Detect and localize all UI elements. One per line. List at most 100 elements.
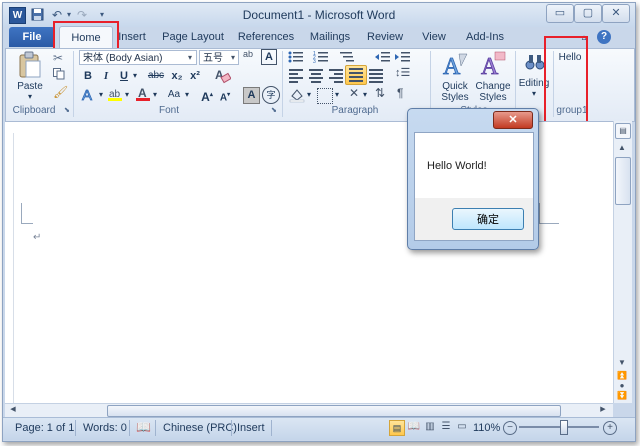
word-count-status[interactable]: Words: 0 bbox=[83, 421, 127, 435]
scroll-right-icon[interactable]: ▶ bbox=[597, 404, 609, 416]
find-binoculars-icon[interactable] bbox=[525, 51, 545, 73]
change-styles-icon[interactable]: A bbox=[479, 50, 507, 80]
shrink-font-button[interactable]: A▾ bbox=[217, 87, 233, 103]
underline-button[interactable]: U bbox=[117, 68, 131, 84]
text-effects-dropdown-icon[interactable]: ▾ bbox=[97, 87, 105, 103]
text-effects-icon[interactable]: A bbox=[81, 86, 97, 105]
align-center-icon[interactable] bbox=[309, 67, 323, 85]
multilevel-list-icon[interactable] bbox=[339, 50, 355, 64]
font-size-dropdown-icon[interactable]: ▾ bbox=[231, 50, 235, 65]
paste-button[interactable]: Paste bbox=[13, 81, 47, 92]
copy-icon[interactable] bbox=[53, 68, 65, 80]
phonetic-guide-label: ab bbox=[243, 49, 254, 59]
character-shading-button[interactable]: A bbox=[243, 87, 260, 104]
draft-view-icon[interactable]: ▭ bbox=[455, 420, 469, 434]
distributed-icon[interactable] bbox=[369, 67, 383, 85]
change-styles-button[interactable]: Change Styles bbox=[473, 81, 513, 103]
borders-icon[interactable] bbox=[317, 88, 333, 104]
italic-button[interactable]: I bbox=[99, 68, 113, 84]
subscript-button[interactable]: x₂ bbox=[169, 68, 185, 84]
zoom-out-button[interactable]: − bbox=[503, 421, 517, 435]
underline-dropdown-icon[interactable]: ▾ bbox=[131, 68, 139, 84]
paste-icon[interactable] bbox=[17, 51, 43, 79]
zoom-slider-thumb[interactable] bbox=[560, 420, 568, 435]
tab-page-layout[interactable]: Page Layout bbox=[161, 27, 225, 47]
font-launcher-icon[interactable]: ⬊ bbox=[271, 106, 277, 114]
minimize-button[interactable]: ▭ bbox=[546, 4, 574, 23]
grow-font-button[interactable]: A▴ bbox=[199, 87, 215, 104]
superscript-button[interactable]: x² bbox=[187, 68, 203, 84]
proofing-icon[interactable]: 📖 bbox=[136, 420, 151, 434]
enclose-characters-button[interactable]: 字 bbox=[262, 86, 280, 104]
page-count-status[interactable]: Page: 1 of 1 bbox=[15, 421, 74, 435]
chinese-layout-icon[interactable]: ✕ bbox=[349, 86, 359, 100]
zoom-level-status[interactable]: 110% bbox=[473, 421, 500, 435]
tab-view[interactable]: View bbox=[419, 27, 449, 47]
bullets-icon[interactable] bbox=[288, 50, 304, 64]
next-page-icon[interactable]: ⏬ bbox=[615, 391, 629, 401]
horizontal-scroll-thumb[interactable] bbox=[107, 405, 561, 417]
dialog-ok-button[interactable]: 确定 bbox=[452, 208, 524, 230]
font-color-dropdown-icon[interactable]: ▾ bbox=[151, 87, 159, 103]
quick-styles-button[interactable]: Quick Styles bbox=[435, 81, 475, 103]
change-case-dropdown-icon[interactable]: ▾ bbox=[183, 87, 191, 103]
font-name-dropdown-icon[interactable]: ▾ bbox=[188, 50, 192, 65]
ruler-toggle-icon[interactable]: ▤ bbox=[615, 123, 631, 139]
quick-styles-icon[interactable]: A bbox=[441, 50, 469, 80]
numbering-icon[interactable]: 123 bbox=[313, 50, 329, 65]
clear-formatting-icon[interactable]: A bbox=[213, 66, 232, 84]
line-spacing-icon[interactable]: ↕☰ bbox=[395, 66, 413, 82]
help-icon[interactable]: ? bbox=[597, 30, 611, 44]
shading-icon[interactable] bbox=[289, 87, 305, 103]
outline-view-icon[interactable]: ☰ bbox=[439, 420, 453, 434]
font-name-combo[interactable]: 宋体 (Body Asian) bbox=[79, 50, 197, 65]
paste-dropdown-icon[interactable]: ▾ bbox=[23, 92, 37, 101]
web-layout-view-icon[interactable]: ▥ bbox=[423, 420, 437, 434]
select-browse-object-icon[interactable]: ● bbox=[615, 381, 629, 391]
format-painter-icon[interactable]: 🖌 bbox=[53, 85, 68, 99]
phonetic-guide-icon[interactable]: ab bbox=[243, 49, 253, 59]
scroll-up-icon[interactable]: ▲ bbox=[615, 141, 629, 155]
tab-add-ins[interactable]: Add-Ins bbox=[463, 27, 507, 47]
dialog-message: Hello World! bbox=[427, 160, 487, 172]
change-case-button[interactable]: Aa bbox=[163, 87, 185, 103]
cut-icon[interactable]: ✂ bbox=[53, 51, 63, 65]
tab-insert[interactable]: Insert bbox=[115, 27, 149, 47]
dialog-close-button[interactable]: ✕ bbox=[493, 111, 533, 129]
tab-review[interactable]: Review bbox=[367, 27, 403, 47]
character-border-button[interactable]: A bbox=[261, 49, 277, 65]
insert-mode-status[interactable]: Insert bbox=[237, 421, 265, 435]
full-screen-reading-view-icon[interactable]: 📖 bbox=[407, 420, 421, 434]
vertical-scroll-thumb[interactable] bbox=[615, 157, 631, 205]
tab-file[interactable]: File bbox=[9, 27, 55, 47]
tab-mailings[interactable]: Mailings bbox=[307, 27, 353, 47]
decrease-indent-icon[interactable] bbox=[375, 50, 391, 64]
align-right-icon[interactable] bbox=[329, 67, 343, 85]
clipboard-launcher-icon[interactable]: ⬊ bbox=[64, 106, 70, 114]
scroll-down-icon[interactable]: ▼ bbox=[615, 357, 629, 369]
close-window-button[interactable]: ✕ bbox=[602, 4, 630, 23]
sort-icon[interactable]: ⇅ bbox=[375, 86, 385, 100]
align-left-icon[interactable] bbox=[289, 67, 303, 85]
message-box: ✕ Hello World! 确定 bbox=[407, 108, 539, 250]
increase-indent-icon[interactable] bbox=[395, 50, 411, 64]
maximize-button[interactable]: ▢ bbox=[574, 4, 602, 23]
borders-dropdown-icon[interactable]: ▾ bbox=[333, 87, 341, 103]
show-hide-marks-icon[interactable]: ¶ bbox=[397, 86, 403, 100]
tab-references[interactable]: References bbox=[237, 27, 295, 47]
shading-dropdown-icon[interactable]: ▾ bbox=[305, 87, 313, 103]
editing-dropdown-icon[interactable]: ▾ bbox=[527, 89, 541, 98]
font-color-icon[interactable]: A bbox=[135, 86, 151, 102]
chinese-layout-dropdown-icon[interactable]: ▾ bbox=[361, 87, 369, 103]
zoom-slider-track[interactable] bbox=[519, 426, 599, 428]
zoom-in-button[interactable]: + bbox=[603, 421, 617, 435]
highlight-dropdown-icon[interactable]: ▾ bbox=[123, 87, 131, 103]
print-layout-view-icon[interactable]: ▤ bbox=[389, 420, 405, 436]
bold-button[interactable]: B bbox=[81, 68, 95, 84]
language-status[interactable]: Chinese (PRC) bbox=[163, 421, 237, 435]
highlight-color-icon[interactable]: ab bbox=[107, 86, 123, 102]
strikethrough-button[interactable]: abc bbox=[145, 68, 167, 84]
scroll-left-icon[interactable]: ◀ bbox=[7, 404, 19, 416]
previous-page-icon[interactable]: ⏫ bbox=[615, 371, 629, 381]
justify-button[interactable] bbox=[345, 65, 367, 85]
